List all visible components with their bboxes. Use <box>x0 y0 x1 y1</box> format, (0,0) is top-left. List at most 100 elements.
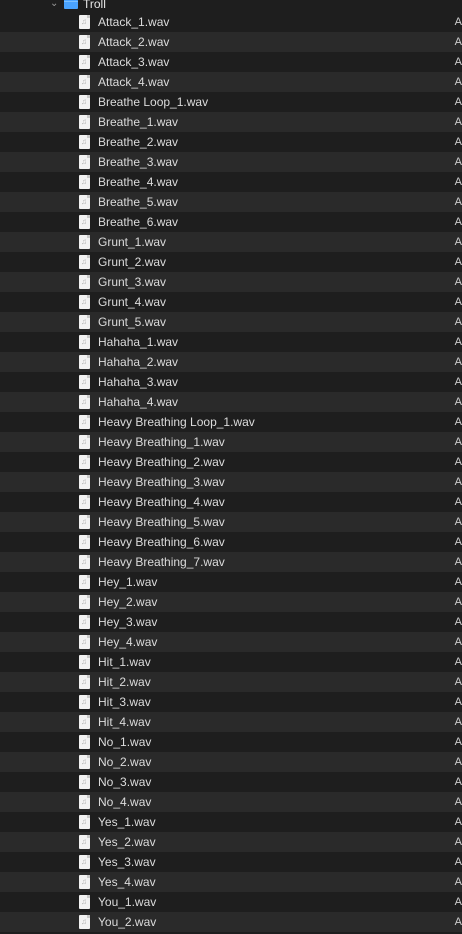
file-row[interactable]: ♫ Grunt_3.wav A <box>0 272 462 292</box>
truncated-column-text: A <box>454 716 462 728</box>
file-row[interactable]: ♫ Breathe Loop_1.wav A <box>0 92 462 112</box>
file-row[interactable]: ♫ Hit_1.wav A <box>0 652 462 672</box>
truncated-column-text: A <box>454 836 462 848</box>
file-row[interactable]: ♫ Attack_3.wav A <box>0 52 462 72</box>
music-note-icon: ♫ <box>81 717 87 726</box>
folder-row-troll[interactable]: ⌄ Troll <box>0 0 462 12</box>
music-note-icon: ♫ <box>81 277 87 286</box>
audio-file-icon: ♫ <box>79 195 90 209</box>
audio-file-icon: ♫ <box>79 135 90 149</box>
audio-file-icon: ♫ <box>79 415 90 429</box>
file-row[interactable]: ♫ Hey_2.wav A <box>0 592 462 612</box>
file-row[interactable]: ♫ Breathe_6.wav A <box>0 212 462 232</box>
truncated-column-text: A <box>454 136 462 148</box>
file-name: No_2.wav <box>98 755 152 769</box>
file-row[interactable]: ♫ Attack_1.wav A <box>0 12 462 32</box>
file-row[interactable]: ♫ Hey_1.wav A <box>0 572 462 592</box>
file-row[interactable]: ♫ No_4.wav A <box>0 792 462 812</box>
audio-file-icon: ♫ <box>79 855 90 869</box>
truncated-column-text: A <box>454 696 462 708</box>
file-row[interactable]: ♫ Hit_3.wav A <box>0 692 462 712</box>
file-row[interactable]: ♫ Heavy Breathing_2.wav A <box>0 452 462 472</box>
file-name: Hahaha_4.wav <box>98 395 179 409</box>
truncated-column-text: A <box>454 156 462 168</box>
file-row[interactable]: ♫ Yes_4.wav A <box>0 872 462 892</box>
audio-file-icon: ♫ <box>79 355 90 369</box>
file-row[interactable]: ♫ Hahaha_4.wav A <box>0 392 462 412</box>
music-note-icon: ♫ <box>81 557 87 566</box>
file-row[interactable]: ♫ You_2.wav A <box>0 912 462 932</box>
file-row[interactable]: ♫ Heavy Breathing_3.wav A <box>0 472 462 492</box>
truncated-column-text: A <box>454 96 462 108</box>
file-row[interactable]: ♫ Hey_4.wav A <box>0 632 462 652</box>
file-name: Hahaha_2.wav <box>98 355 179 369</box>
truncated-column-text: A <box>454 756 462 768</box>
music-note-icon: ♫ <box>81 897 87 906</box>
file-row[interactable]: ♫ Breathe_3.wav A <box>0 152 462 172</box>
file-row[interactable]: ♫ No_1.wav A <box>0 732 462 752</box>
truncated-column-text: A <box>454 236 462 248</box>
music-note-icon: ♫ <box>81 117 87 126</box>
file-row[interactable]: ♫ Hahaha_3.wav A <box>0 372 462 392</box>
file-row[interactable]: ♫ Grunt_2.wav A <box>0 252 462 272</box>
file-name: Breathe_6.wav <box>98 215 179 229</box>
truncated-column-text: A <box>454 476 462 488</box>
file-row[interactable]: ♫ Breathe_5.wav A <box>0 192 462 212</box>
music-note-icon: ♫ <box>81 797 87 806</box>
truncated-column-text: A <box>454 916 462 928</box>
audio-file-icon: ♫ <box>79 775 90 789</box>
file-row[interactable]: ♫ No_3.wav A <box>0 772 462 792</box>
file-row[interactable]: ♫ Yes_2.wav A <box>0 832 462 852</box>
audio-file-icon: ♫ <box>79 175 90 189</box>
file-row[interactable]: ♫ No_2.wav A <box>0 752 462 772</box>
file-name: Yes_1.wav <box>98 815 156 829</box>
truncated-column-text: A <box>454 396 462 408</box>
truncated-column-text: A <box>454 356 462 368</box>
audio-file-icon: ♫ <box>79 295 90 309</box>
truncated-column-text: A <box>454 536 462 548</box>
file-row[interactable]: ♫ Hahaha_2.wav A <box>0 352 462 372</box>
audio-file-icon: ♫ <box>79 515 90 529</box>
file-row[interactable]: ♫ Heavy Breathing_7.wav A <box>0 552 462 572</box>
file-row[interactable]: ♫ Hit_4.wav A <box>0 712 462 732</box>
file-row[interactable]: ♫ Heavy Breathing_1.wav A <box>0 432 462 452</box>
file-row[interactable]: ♫ Breathe_2.wav A <box>0 132 462 152</box>
file-row[interactable]: ♫ Yes_1.wav A <box>0 812 462 832</box>
file-row[interactable]: ♫ You_1.wav A <box>0 892 462 912</box>
truncated-column-text: A <box>454 116 462 128</box>
audio-file-icon: ♫ <box>79 375 90 389</box>
folder-icon <box>64 0 78 9</box>
music-note-icon: ♫ <box>81 377 87 386</box>
file-name: Hey_4.wav <box>98 635 158 649</box>
file-name: Breathe_5.wav <box>98 195 179 209</box>
truncated-column-text: A <box>454 616 462 628</box>
file-row[interactable]: ♫ Hey_3.wav A <box>0 612 462 632</box>
audio-file-icon: ♫ <box>79 635 90 649</box>
file-row[interactable]: ♫ Hahaha_1.wav A <box>0 332 462 352</box>
file-row[interactable]: ♫ Breathe_4.wav A <box>0 172 462 192</box>
file-row[interactable]: ♫ Heavy Breathing Loop_1.wav A <box>0 412 462 432</box>
file-row[interactable]: ♫ Grunt_1.wav A <box>0 232 462 252</box>
chevron-down-icon[interactable]: ⌄ <box>50 0 60 9</box>
file-row[interactable]: ♫ Heavy Breathing_5.wav A <box>0 512 462 532</box>
file-row[interactable]: ♫ Yes_3.wav A <box>0 852 462 872</box>
file-row[interactable]: ♫ Hit_2.wav A <box>0 672 462 692</box>
music-note-icon: ♫ <box>81 817 87 826</box>
file-name: Hey_1.wav <box>98 575 158 589</box>
file-row[interactable]: ♫ Heavy Breathing_6.wav A <box>0 532 462 552</box>
audio-file-icon: ♫ <box>79 815 90 829</box>
truncated-column-text: A <box>454 196 462 208</box>
file-name: Hahaha_3.wav <box>98 375 179 389</box>
audio-file-icon: ♫ <box>79 75 90 89</box>
file-row[interactable]: ♫ Grunt_4.wav A <box>0 292 462 312</box>
music-note-icon: ♫ <box>81 157 87 166</box>
file-row[interactable]: ♫ Grunt_5.wav A <box>0 312 462 332</box>
audio-file-icon: ♫ <box>79 475 90 489</box>
file-row[interactable]: ♫ Attack_2.wav A <box>0 32 462 52</box>
file-row[interactable]: ♫ Breathe_1.wav A <box>0 112 462 132</box>
music-note-icon: ♫ <box>81 877 87 886</box>
file-row[interactable]: ♫ Heavy Breathing_4.wav A <box>0 492 462 512</box>
file-row[interactable]: ♫ Attack_4.wav A <box>0 72 462 92</box>
file-name: Hit_2.wav <box>98 675 151 689</box>
truncated-column-text: A <box>454 896 462 908</box>
